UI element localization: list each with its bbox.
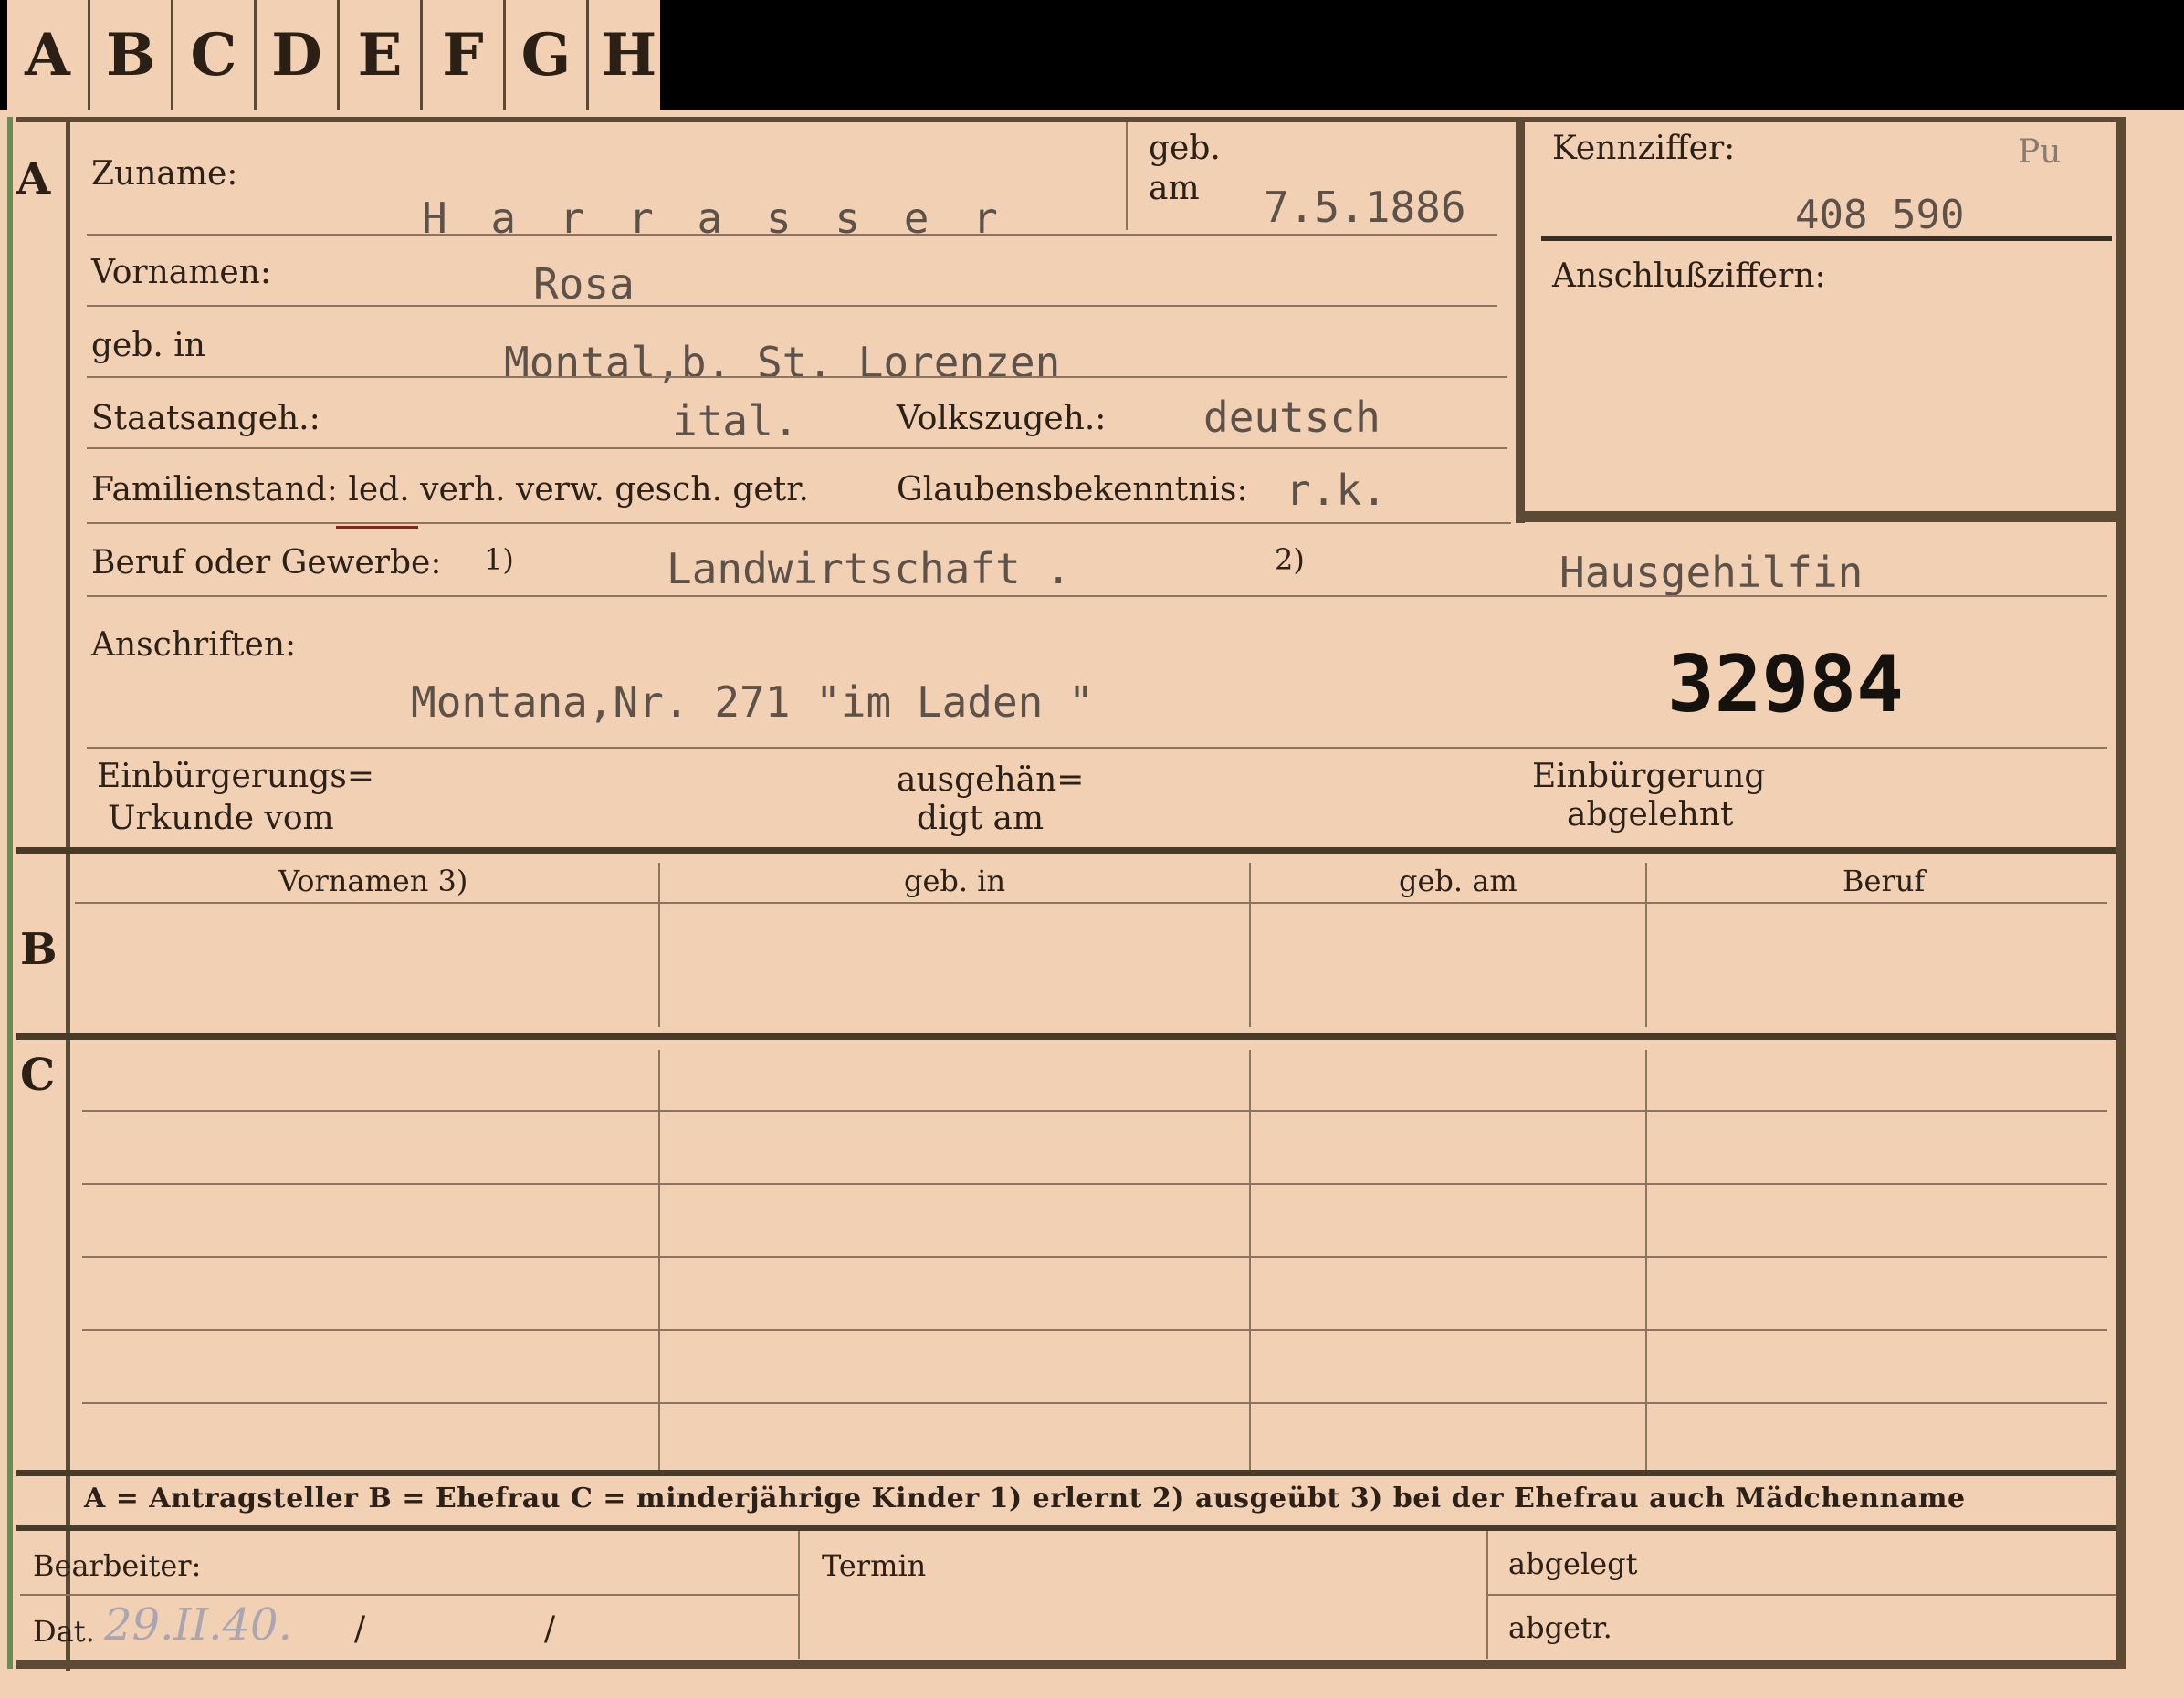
b-header-rule (75, 902, 2107, 904)
row-rule (87, 376, 1507, 378)
am-label: am (1149, 170, 1200, 207)
dat-slash-2: / (544, 1610, 556, 1648)
row-rule (87, 447, 1507, 449)
row-rule (87, 522, 1511, 524)
tab-a[interactable]: A (7, 0, 88, 110)
b-col-geb-in: geb. in (904, 864, 1006, 898)
familienstand-mark (336, 526, 418, 529)
tab-e[interactable]: E (340, 0, 420, 110)
c-col-divider (1645, 1050, 1647, 1470)
b-col-vornamen: Vornamen 3) (278, 864, 468, 898)
frame-right-border (2116, 117, 2126, 1669)
kennziffer-box-bottom (1516, 511, 2116, 522)
c-col-divider (658, 1050, 660, 1470)
tab-g[interactable]: G (506, 0, 586, 110)
beruf-label: Beruf oder Gewerbe: (91, 544, 442, 582)
c-row-rule (82, 1256, 2107, 1258)
vornamen-value: Rosa (533, 259, 635, 309)
c-col-divider (1249, 1050, 1251, 1470)
einb-urkunde-label-2: Urkunde vom (108, 800, 334, 837)
section-b-marker: B (20, 924, 58, 975)
dat-value: 29.II.40. (104, 1599, 292, 1651)
tab-c[interactable]: C (173, 0, 254, 110)
einb-urkunde-label-1: Einbürgerungs= (97, 758, 375, 795)
staatsangeh-label: Staatsangeh.: (91, 400, 320, 437)
einb-abgelehnt-label-2: abgelehnt (1567, 796, 1734, 833)
tab-f[interactable]: F (423, 0, 503, 110)
section-a-marker: A (16, 153, 51, 204)
volkszugeh-value: deutsch (1203, 393, 1381, 442)
zuname-label: Zuname: (91, 155, 238, 193)
geb-am-value: 7.5.1886 (1264, 183, 1466, 232)
row-rule (87, 305, 1497, 307)
section-divider-bc (16, 1033, 2116, 1040)
row-rule (87, 747, 2107, 749)
beruf-marker-2: 2) (1275, 542, 1305, 577)
geb-in-value: Montal,b. St. Lorenzen (504, 338, 1061, 387)
termin-label: Termin (822, 1548, 927, 1583)
abgetr-label: abgetr. (1508, 1610, 1612, 1645)
kennziffer-box-left (1516, 117, 1525, 523)
tab-d[interactable]: D (257, 0, 337, 110)
kennziffer-underline (1541, 236, 2112, 241)
dat-slash-1: / (354, 1610, 366, 1648)
frame-left-edge (7, 117, 13, 1669)
staatsangeh-value: ital. (672, 396, 799, 445)
frame-top-line (16, 117, 2126, 122)
c-row-rule (82, 1402, 2107, 1404)
legend-top-rule (16, 1470, 2116, 1476)
section-divider-ab (16, 847, 2116, 854)
frame-bottom-border (16, 1660, 2126, 1669)
b-col-divider (1249, 863, 1251, 1027)
anschluss-label: Anschlußziffern: (1552, 257, 1826, 295)
section-a-left-border (66, 117, 70, 847)
dat-label: Dat. (33, 1614, 95, 1649)
tab-b[interactable]: B (90, 0, 171, 110)
row-rule (87, 234, 1497, 236)
abgelegt-label: abgelegt (1508, 1546, 1638, 1581)
legend-bottom-rule (16, 1525, 2116, 1531)
beruf-marker-1: 1) (484, 542, 514, 577)
b-col-beruf: Beruf (1843, 864, 1926, 898)
c-row-rule (82, 1329, 2107, 1331)
abgelegt-rule (1488, 1594, 2116, 1596)
b-col-divider (1645, 863, 1647, 1027)
b-col-geb-am: geb. am (1399, 864, 1517, 898)
volkszugeh-label: Volkszugeh.: (897, 400, 1107, 437)
section-c-marker: C (20, 1050, 56, 1101)
beruf-value-1: Landwirtschaft . (667, 544, 1072, 593)
anschriften-value: Montana,Nr. 271 "im Laden " (411, 677, 1094, 727)
glaubens-label: Glaubensbekenntnis: (897, 471, 1248, 508)
beruf-value-2: Hausgehilfin (1559, 548, 1864, 597)
kennziffer-label: Kennziffer: (1552, 130, 1736, 167)
geb-in-label: geb. in (91, 327, 205, 364)
familienstand-label: Familienstand: led. verh. verw. gesch. g… (91, 471, 809, 508)
c-row-rule (82, 1110, 2107, 1112)
ausgehaendigt-label-1: ausgehän= (897, 761, 1085, 799)
legend-text: A = Antragsteller B = Ehefrau C = minder… (84, 1483, 1966, 1515)
kennziffer-code: Pu (2018, 133, 2062, 171)
row-rule (87, 595, 2107, 597)
bearbeiter-rule (20, 1594, 798, 1596)
registration-card (0, 110, 2184, 1698)
einb-abgelehnt-label-1: Einbürgerung (1532, 758, 1766, 795)
c-row-rule (82, 1183, 2107, 1185)
geb-label: geb. (1149, 130, 1221, 167)
b-col-divider (658, 863, 660, 1027)
anschriften-label: Anschriften: (91, 626, 297, 664)
footer-divider (798, 1531, 800, 1659)
index-tabs: A B C D E F G H (7, 0, 660, 114)
stamp-number: 32984 (1667, 639, 1904, 730)
kennziffer-value: 408 590 (1795, 192, 1965, 238)
bearbeiter-label: Bearbeiter: (33, 1548, 202, 1583)
vornamen-label: Vornamen: (91, 254, 271, 291)
glaubens-value: r.k. (1286, 466, 1387, 515)
tab-h[interactable]: H (589, 0, 669, 110)
ausgehaendigt-label-2: digt am (917, 800, 1045, 837)
geb-am-divider (1126, 122, 1128, 230)
